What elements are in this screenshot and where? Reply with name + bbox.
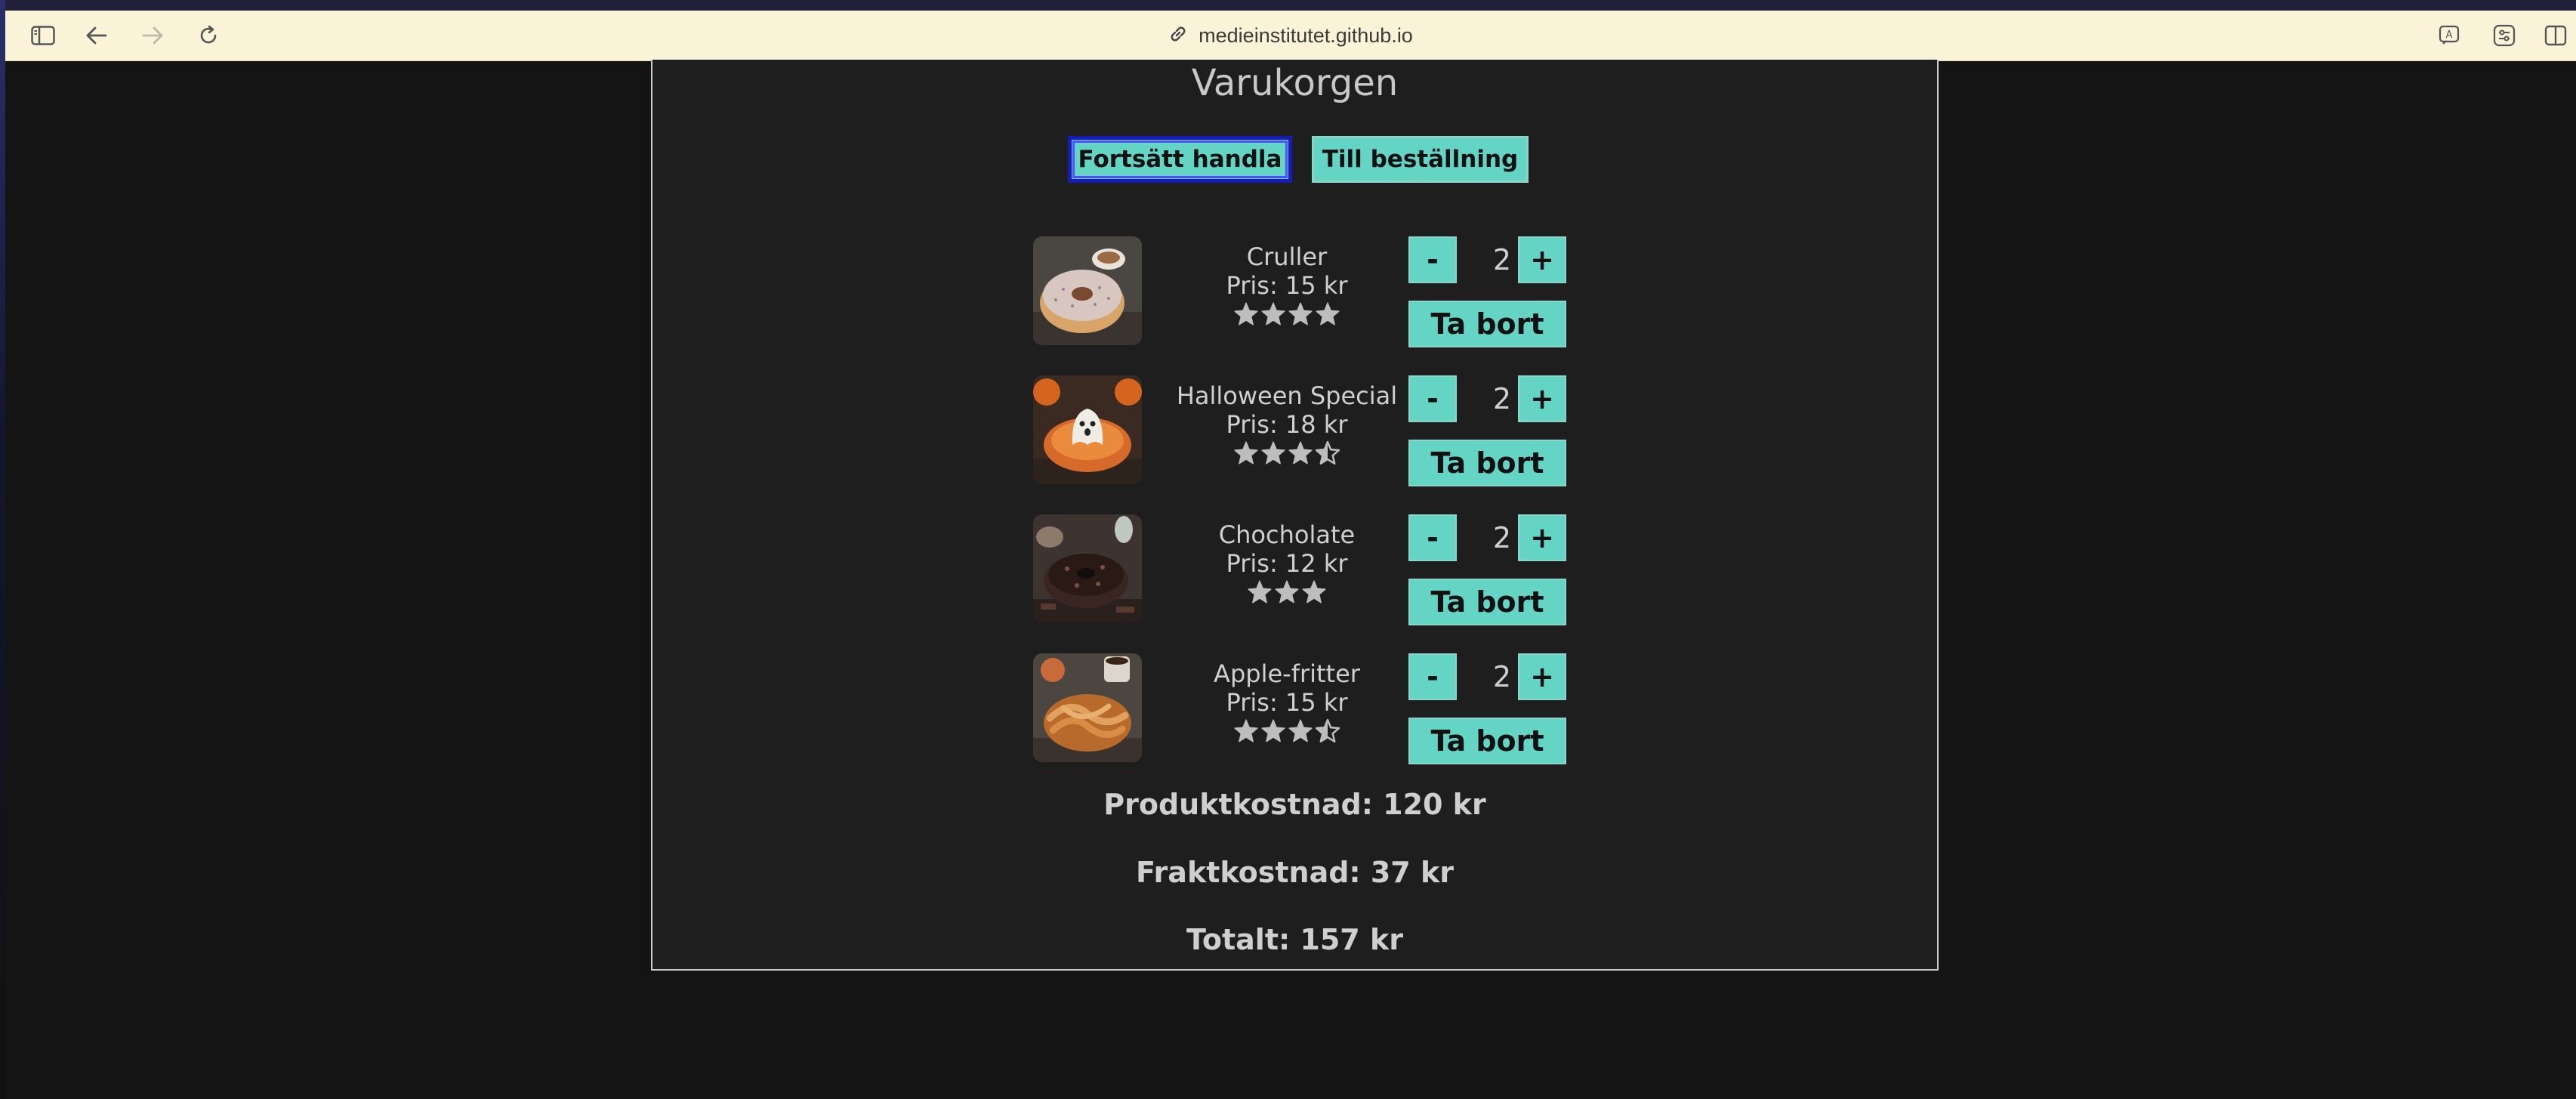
star-icon — [1288, 302, 1313, 326]
star-icon — [1302, 580, 1326, 604]
increase-quantity-button[interactable]: + — [1518, 236, 1566, 283]
star-icon — [1261, 302, 1285, 326]
cart-panel: Varukorgen Fortsätt handla Till beställn… — [651, 60, 1939, 971]
item-name: Apple-fritter — [1214, 659, 1360, 688]
increase-quantity-button[interactable]: + — [1518, 653, 1566, 700]
cart-title: Varukorgen — [1191, 62, 1399, 104]
screen: medieinstitutet.github.io A Varukorgen F… — [0, 0, 2576, 1099]
remove-item-button[interactable]: Ta bort — [1408, 718, 1566, 764]
back-arrow-icon[interactable] — [78, 11, 116, 60]
cart-item-info: Chocholate Pris: 12 kr — [1151, 520, 1423, 605]
increase-quantity-button[interactable]: + — [1518, 514, 1566, 561]
star-icon — [1288, 719, 1313, 742]
star-half-icon — [1315, 440, 1340, 465]
item-name: Halloween Special — [1176, 381, 1398, 410]
desktop-top-strip — [0, 0, 2576, 11]
cart-item: Cruller Pris: 15 kr - 2 + Ta bort — [652, 236, 1937, 350]
star-icon — [1275, 580, 1299, 604]
star-icon — [1234, 441, 1258, 465]
item-rating — [1151, 301, 1423, 327]
star-icon — [1234, 719, 1258, 742]
increase-quantity-button[interactable]: + — [1518, 375, 1566, 422]
item-price: Pris: 18 kr — [1226, 410, 1348, 439]
product-cost: Produktkostnad: 120 kr — [1103, 788, 1486, 821]
page-settings-icon[interactable] — [2485, 11, 2523, 60]
chocholate-image — [1033, 514, 1142, 623]
item-price: Pris: 15 kr — [1226, 271, 1348, 300]
remove-item-button[interactable]: Ta bort — [1408, 440, 1566, 486]
cart-item: Chocholate Pris: 12 kr - 2 + Ta bort — [652, 514, 1937, 628]
reload-icon[interactable] — [190, 11, 227, 60]
cart-item-info: Cruller Pris: 15 kr — [1151, 242, 1423, 327]
svg-text:A: A — [2446, 29, 2453, 41]
decrease-quantity-button[interactable]: - — [1408, 375, 1457, 422]
item-price: Pris: 15 kr — [1226, 688, 1348, 717]
address-bar: medieinstitutet.github.io — [5, 11, 2576, 60]
star-icon — [1234, 302, 1258, 326]
remove-item-button[interactable]: Ta bort — [1408, 301, 1566, 347]
star-icon — [1261, 441, 1285, 465]
sidebar-icon[interactable] — [23, 11, 63, 60]
remove-item-button[interactable]: Ta bort — [1408, 579, 1566, 625]
item-rating — [1151, 579, 1423, 605]
desktop-edge — [0, 0, 5, 1099]
link-icon — [1168, 24, 1188, 47]
item-price: Pris: 12 kr — [1226, 549, 1348, 578]
star-icon — [1248, 580, 1272, 604]
cart-item-info: Halloween Special Pris: 18 kr — [1151, 381, 1423, 466]
continue-shopping-button[interactable]: Fortsätt handla — [1068, 136, 1292, 183]
decrease-quantity-button[interactable]: - — [1408, 653, 1457, 700]
shipping-cost: Fraktkostnad: 37 kr — [1136, 856, 1454, 889]
total-cost: Totalt: 157 kr — [1186, 923, 1403, 956]
page-content: Varukorgen Fortsätt handla Till beställn… — [5, 60, 2576, 1099]
split-view-icon[interactable] — [2538, 11, 2573, 60]
item-rating — [1151, 440, 1423, 466]
item-rating — [1151, 718, 1423, 744]
url-text[interactable]: medieinstitutet.github.io — [1199, 24, 1413, 48]
cart-item-info: Apple-fritter Pris: 15 kr — [1151, 659, 1423, 744]
decrease-quantity-button[interactable]: - — [1408, 514, 1457, 561]
star-half-icon — [1315, 718, 1340, 743]
apple-fritter-image — [1033, 653, 1142, 762]
star-icon — [1316, 302, 1340, 326]
browser-toolbar: medieinstitutet.github.io A — [5, 11, 2576, 61]
cart-item: Halloween Special Pris: 18 kr - 2 + Ta b… — [652, 375, 1937, 489]
forward-arrow-icon[interactable] — [134, 11, 171, 60]
cart-item: Apple-fritter Pris: 15 kr - 2 + Ta bort — [652, 653, 1937, 767]
star-icon — [1261, 719, 1285, 742]
item-name: Cruller — [1246, 242, 1328, 271]
decrease-quantity-button[interactable]: - — [1408, 236, 1457, 283]
checkout-button[interactable]: Till beställning — [1312, 136, 1529, 183]
item-name: Chocholate — [1218, 520, 1356, 549]
star-icon — [1288, 441, 1313, 465]
translate-icon[interactable]: A — [2431, 11, 2469, 60]
halloween-special-image — [1033, 375, 1142, 484]
cruller-image — [1033, 236, 1142, 345]
